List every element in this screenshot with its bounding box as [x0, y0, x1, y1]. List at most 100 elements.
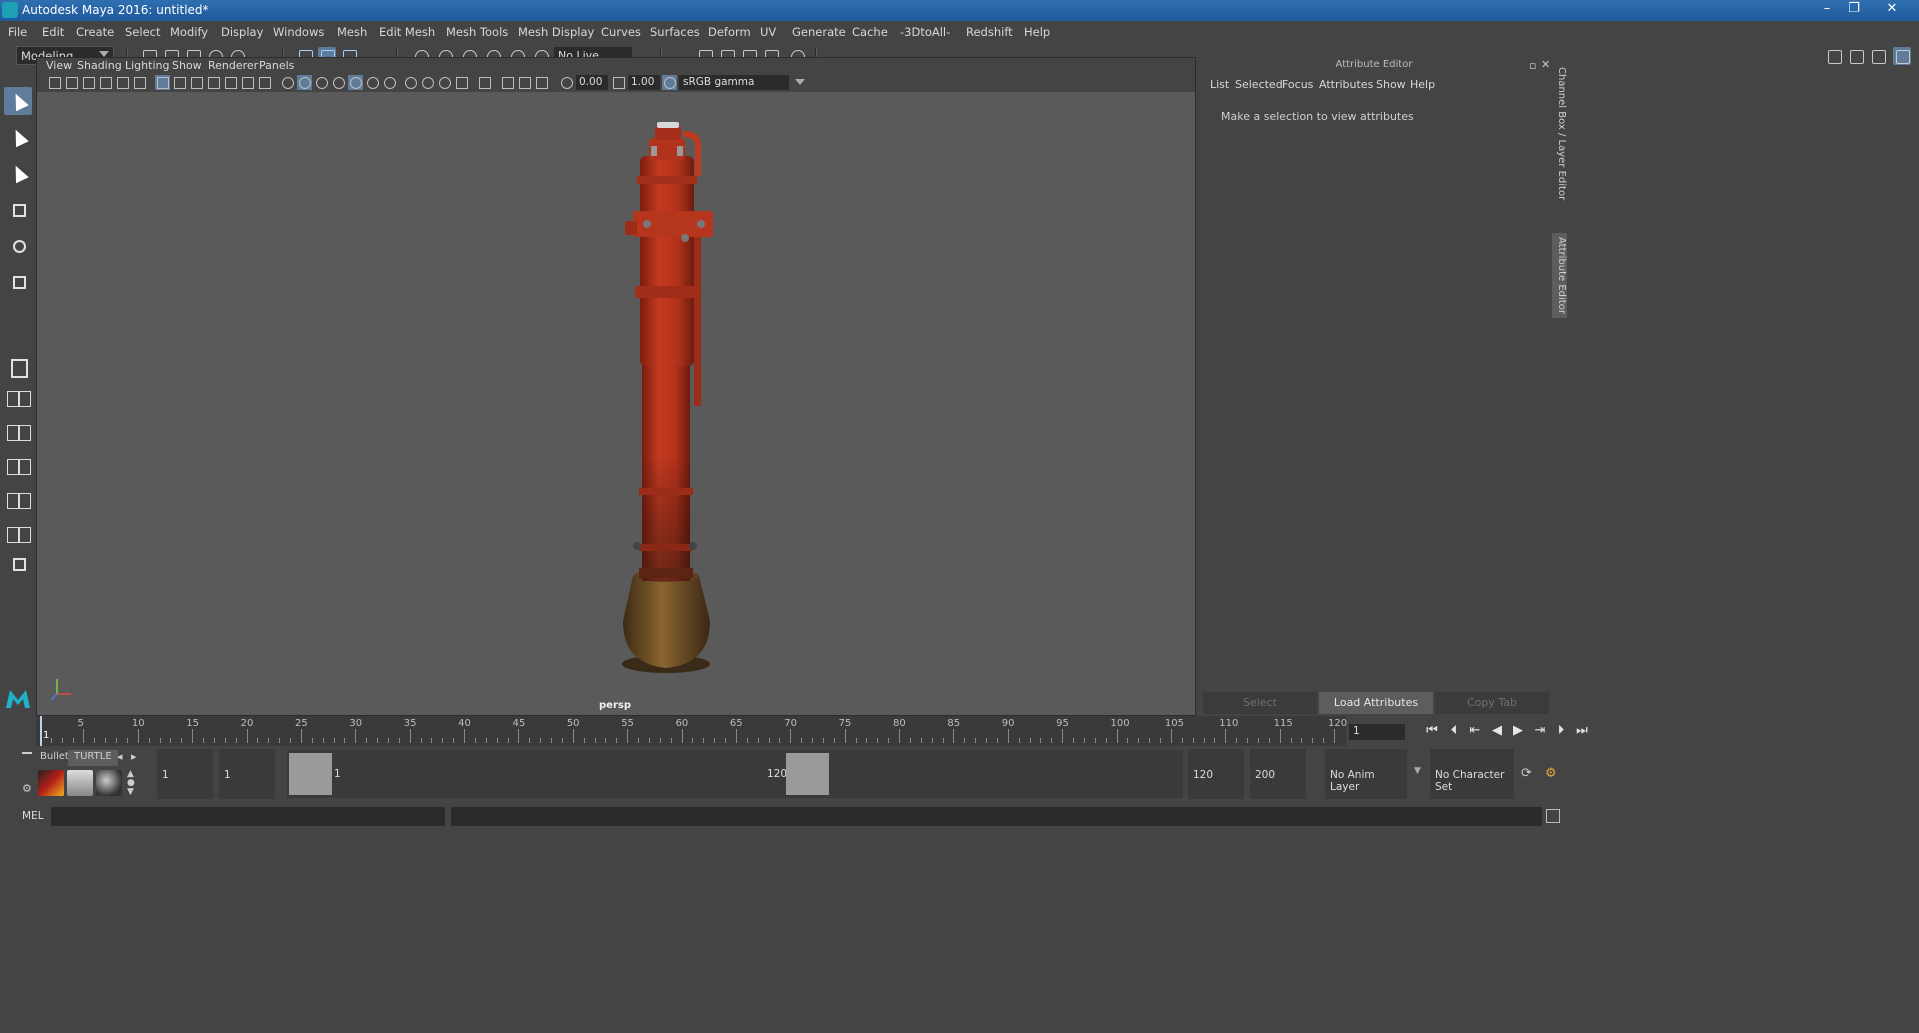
image-plane-icon[interactable] — [98, 75, 113, 90]
menu-uv[interactable]: UV — [760, 25, 776, 39]
select-button[interactable]: Select — [1203, 692, 1317, 714]
camera-icon[interactable] — [47, 75, 62, 90]
shelf-menu-icon[interactable] — [22, 752, 32, 754]
menu-redshift[interactable]: Redshift — [966, 25, 1013, 39]
character-set-dropdown[interactable]: No Character Set — [1430, 749, 1514, 799]
animation-start-field[interactable]: 1 — [157, 749, 213, 799]
viewport-menu-show[interactable]: Show — [172, 59, 202, 72]
turtle-render-icon[interactable] — [38, 770, 64, 796]
attr-menu-attributes[interactable]: Attributes — [1319, 78, 1373, 91]
menu-cache[interactable]: Cache — [852, 25, 888, 39]
menu-select[interactable]: Select — [125, 25, 160, 39]
xray-icon[interactable] — [500, 75, 515, 90]
playback-end-field[interactable]: 120 — [1188, 749, 1244, 799]
color-management-icon[interactable] — [662, 75, 677, 90]
current-time-marker[interactable] — [40, 716, 42, 746]
safe-title-icon[interactable] — [257, 75, 272, 90]
move-tool-icon[interactable] — [4, 195, 32, 223]
exposure-icon[interactable] — [559, 75, 574, 90]
attr-menu-show[interactable]: Show — [1376, 78, 1406, 91]
fire-hydrant-model[interactable] — [597, 116, 737, 676]
range-end-handle[interactable] — [786, 753, 829, 795]
gamma-field[interactable]: 1.00 — [628, 75, 660, 90]
chevron-down-icon[interactable]: ▼ — [1414, 766, 1421, 776]
grid-icon[interactable] — [155, 75, 170, 90]
anim-layer-dropdown[interactable]: No Anim Layer — [1325, 749, 1407, 799]
use-all-lights-icon[interactable] — [365, 75, 380, 90]
exposure-field[interactable]: 0.00 — [576, 75, 608, 90]
viewport-menu-shading[interactable]: Shading — [77, 59, 122, 72]
range-start-handle[interactable] — [289, 753, 332, 795]
playback-start-field[interactable]: 1 — [219, 749, 275, 799]
collapse-layouts-icon[interactable] — [4, 549, 32, 577]
paint-select-tool-icon[interactable] — [4, 159, 32, 187]
minimize-button[interactable]: – — [1815, 1, 1839, 18]
wireframe-icon[interactable] — [280, 75, 295, 90]
safe-action-icon[interactable] — [240, 75, 255, 90]
bookmark-icon[interactable] — [81, 75, 96, 90]
two-d-pan-zoom-icon[interactable] — [115, 75, 130, 90]
textured-icon[interactable] — [348, 75, 363, 90]
default-material-icon[interactable] — [314, 75, 329, 90]
attr-menu-focus[interactable]: Focus — [1282, 78, 1313, 91]
motion-blur-icon[interactable] — [420, 75, 435, 90]
step-forward-frame-icon[interactable]: ⏵ — [1553, 723, 1569, 739]
shelf-scroll-icon[interactable]: ▲ ● ▼ — [127, 770, 135, 797]
step-forward-key-icon[interactable]: ⇥ — [1532, 723, 1548, 739]
smooth-shade-icon[interactable] — [297, 75, 312, 90]
grease-pencil-icon[interactable] — [132, 75, 147, 90]
tab-attribute-editor[interactable]: Attribute Editor — [1552, 233, 1567, 318]
copy-tab-button[interactable]: Copy Tab — [1435, 692, 1549, 714]
two-pane-layout-icon[interactable] — [6, 423, 31, 443]
hypershade-layout-icon[interactable] — [6, 525, 31, 545]
close-button[interactable]: ✕ — [1880, 1, 1904, 18]
step-back-key-icon[interactable]: ⇤ — [1467, 723, 1483, 739]
menu-edit[interactable]: Edit — [42, 25, 64, 39]
go-to-start-icon[interactable]: ⏮ — [1424, 723, 1440, 739]
menu-3dtoall[interactable]: -3DtoAll- — [900, 25, 950, 39]
viewport-menu-panels[interactable]: Panels — [259, 59, 294, 72]
script-editor-icon[interactable] — [1546, 809, 1560, 823]
resolution-gate-icon[interactable] — [189, 75, 204, 90]
menu-windows[interactable]: Windows — [273, 25, 324, 39]
shelf-settings-icon[interactable]: ⚙ — [22, 782, 32, 795]
viewport-menu-renderer[interactable]: Renderer — [208, 59, 258, 72]
shelf-tab-turtle[interactable]: TURTLE — [68, 750, 118, 766]
viewport-menu-view[interactable]: View — [46, 59, 72, 72]
anti-aliasing-icon[interactable] — [437, 75, 452, 90]
attr-menu-help[interactable]: Help — [1410, 78, 1435, 91]
menu-create[interactable]: Create — [76, 25, 114, 39]
load-attributes-button[interactable]: Load Attributes — [1319, 692, 1433, 714]
current-frame-field[interactable]: 1 — [1349, 724, 1405, 740]
play-forwards-icon[interactable]: ▶ — [1510, 723, 1526, 739]
turtle-sphere-icon[interactable] — [96, 770, 122, 796]
float-panel-icon[interactable]: ▫ — [1529, 59, 1536, 72]
wireframe-on-shaded-icon[interactable] — [331, 75, 346, 90]
auto-key-icon[interactable]: ⟳ — [1521, 766, 1532, 781]
range-slider[interactable]: 1 120 — [287, 750, 1183, 798]
menu-file[interactable]: File — [8, 25, 27, 39]
channel-box-toggle-icon[interactable] — [1893, 47, 1911, 65]
go-to-end-icon[interactable]: ⏭ — [1574, 723, 1590, 739]
menu-help[interactable]: Help — [1024, 25, 1050, 39]
workspace-icon[interactable] — [1825, 47, 1843, 65]
close-panel-icon[interactable]: ✕ — [1541, 58, 1550, 71]
tab-channel-box[interactable]: Channel Box / Layer Editor — [1552, 67, 1567, 200]
shelf-scroll-right-icon[interactable]: ▸ — [131, 750, 137, 763]
animation-preferences-icon[interactable]: ⚙ — [1545, 766, 1557, 781]
isolate-select-icon[interactable] — [477, 75, 492, 90]
shadows-icon[interactable] — [382, 75, 397, 90]
menu-surfaces[interactable]: Surfaces — [650, 25, 700, 39]
gate-mask-icon[interactable] — [206, 75, 221, 90]
attr-menu-list[interactable]: List — [1210, 78, 1229, 91]
scale-tool-icon[interactable] — [4, 267, 32, 295]
maximize-button[interactable]: ❐ — [1842, 1, 1866, 18]
gamma-icon[interactable] — [611, 75, 626, 90]
shelf-scroll-left-icon[interactable]: ◂ — [117, 750, 123, 763]
xray-joints-icon[interactable] — [534, 75, 549, 90]
view-transform-dropdown[interactable]: sRGB gamma — [679, 75, 805, 90]
menu-mesh[interactable]: Mesh — [337, 25, 367, 39]
modeling-toolkit-icon[interactable] — [1847, 47, 1865, 65]
attribute-editor-toggle-icon[interactable] — [1869, 47, 1887, 65]
menu-display[interactable]: Display — [221, 25, 263, 39]
